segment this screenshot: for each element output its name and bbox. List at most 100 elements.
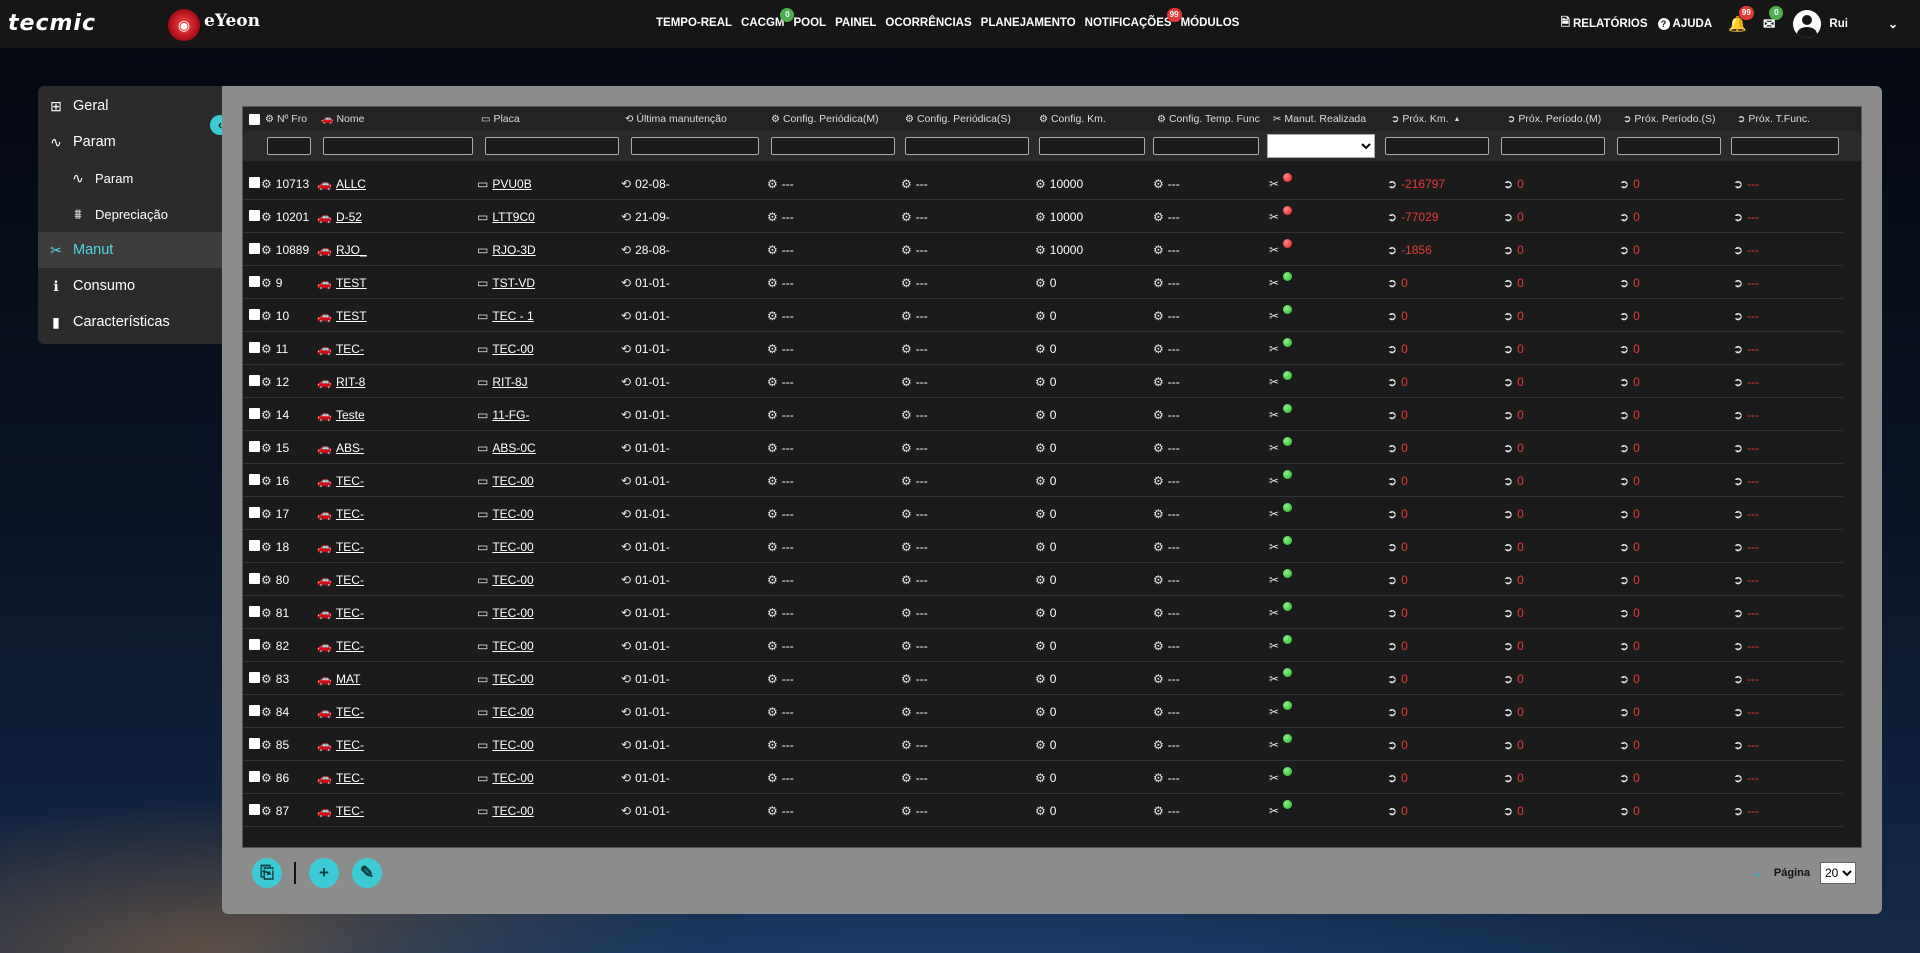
cell-plate[interactable]: ▭ RJO-3D xyxy=(477,233,617,266)
table-row[interactable]: ⚙ 10889 🚗 RJO_ ▭ RJO-3D ⟲ 28-08- ⚙ --- ⚙ --- ⚙ 10000 ⚙… xyxy=(243,233,1843,266)
edit-button[interactable]: ✎ xyxy=(352,858,382,888)
table-row[interactable]: ⚙ 10713 🚗 ALLC ▭ PVU0B ⟲ 02-08- ⚙ --- ⚙ --- ⚙ 10000 ⚙ -… xyxy=(243,167,1843,200)
filter-manut-realizada-select[interactable] xyxy=(1267,134,1375,158)
column-header-cps[interactable]: ⚙ Config. Periódica(S) xyxy=(905,107,1035,131)
cell-plate[interactable]: ▭ ABS-0C xyxy=(477,431,617,464)
column-header-cpm[interactable]: ⚙ Config. Periódica(M) xyxy=(771,107,901,131)
side-menu-item-param[interactable]: ∿ Param xyxy=(38,160,222,196)
filter-nps-input[interactable] xyxy=(1617,137,1721,155)
row-checkbox[interactable] xyxy=(249,474,260,485)
filter-cps-input[interactable] xyxy=(905,137,1029,155)
side-menu-item-depreciac-a-o[interactable]: ⩩ Depreciação xyxy=(38,196,222,232)
cell-plate[interactable]: ▭ TEC-00 xyxy=(477,761,617,794)
cell-name[interactable]: 🚗 TEC- xyxy=(317,563,472,596)
cell-name[interactable]: 🚗 D-52 xyxy=(317,200,472,233)
nav-item-painel[interactable]: PAINEL xyxy=(835,17,876,29)
cell-name[interactable]: 🚗 RJO_ xyxy=(317,233,472,266)
filter-ctf-input[interactable] xyxy=(1153,137,1259,155)
cell-name[interactable]: 🚗 TEC- xyxy=(317,761,472,794)
side-menu-item-consumo[interactable]: ℹ Consumo xyxy=(38,268,222,304)
row-checkbox[interactable] xyxy=(249,243,260,254)
row-checkbox[interactable] xyxy=(249,606,260,617)
cell-plate[interactable]: ▭ TEC-00 xyxy=(477,497,617,530)
table-row[interactable]: ⚙ 80 🚗 TEC- ▭ TEC-00 ⟲ 01-01- ⚙ --- ⚙ --- ⚙ 0 ⚙ --- ✂ ➲ 0 ➲… xyxy=(243,563,1843,596)
table-row[interactable]: ⚙ 12 🚗 RIT-8 ▭ RIT-8J ⟲ 01-01- ⚙ --- ⚙ --- ⚙ 0 ⚙ --- ✂ ➲ 0… xyxy=(243,365,1843,398)
filter-fleet-input[interactable] xyxy=(267,137,311,155)
row-checkbox[interactable] xyxy=(249,177,260,188)
page-size-select[interactable]: 20 xyxy=(1820,862,1856,884)
table-row[interactable]: ⚙ 86 🚗 TEC- ▭ TEC-00 ⟲ 01-01- ⚙ --- ⚙ --- ⚙ 0 ⚙ --- ✂ ➲ 0 ➲… xyxy=(243,761,1843,794)
cell-plate[interactable]: ▭ TST-VD xyxy=(477,266,617,299)
tecmic-logo[interactable]: tecmic xyxy=(8,11,96,36)
cell-name[interactable]: 🚗 TEC- xyxy=(317,794,472,827)
cell-name[interactable]: 🚗 TEC- xyxy=(317,629,472,662)
cell-plate[interactable]: ▭ TEC-00 xyxy=(477,530,617,563)
filter-name-input[interactable] xyxy=(323,137,473,155)
column-header-nkm[interactable]: ➲ Próx. Km. ▲ xyxy=(1391,107,1503,131)
table-row[interactable]: ⚙ 9 🚗 TEST ▭ TST-VD ⟲ 01-01- ⚙ --- ⚙ --- ⚙ 0 ⚙ --- ✂ ➲ 0 ➲ 0… xyxy=(243,266,1843,299)
cell-name[interactable]: 🚗 ALLC xyxy=(317,167,472,200)
cell-name[interactable]: 🚗 MAT xyxy=(317,662,472,695)
table-row[interactable]: ⚙ 15 🚗 ABS- ▭ ABS-0C ⟲ 01-01- ⚙ --- ⚙ --- ⚙ 0 ⚙ --- ✂ ➲ 0 ➲… xyxy=(243,431,1843,464)
row-checkbox[interactable] xyxy=(249,639,260,650)
row-checkbox[interactable] xyxy=(249,441,260,452)
nav-item-pool[interactable]: POOL xyxy=(793,17,826,29)
column-header-nps[interactable]: ➲ Próx. Período.(S) xyxy=(1623,107,1733,131)
table-row[interactable]: ⚙ 11 🚗 TEC- ▭ TEC-00 ⟲ 01-01- ⚙ --- ⚙ --- ⚙ 0 ⚙ --- ✂ ➲ 0 ➲… xyxy=(243,332,1843,365)
nav-item-tempo-real[interactable]: TEMPO-REAL xyxy=(656,17,732,29)
cell-plate[interactable]: ▭ 11-FG- xyxy=(477,398,617,431)
table-row[interactable]: ⚙ 83 🚗 MAT ▭ TEC-00 ⟲ 01-01- ⚙ --- ⚙ --- ⚙ 0 ⚙ --- ✂ ➲ 0 ➲ 0… xyxy=(243,662,1843,695)
cell-plate[interactable]: ▭ TEC-00 xyxy=(477,662,617,695)
row-checkbox[interactable] xyxy=(249,672,260,683)
nav-item-notifica-es[interactable]: NOTIFICAÇÕES 99 xyxy=(1085,8,1182,29)
row-checkbox[interactable] xyxy=(249,804,260,815)
column-header-ckm[interactable]: ⚙ Config. Km. xyxy=(1039,107,1155,131)
table-row[interactable]: ⚙ 82 🚗 TEC- ▭ TEC-00 ⟲ 01-01- ⚙ --- ⚙ --- ⚙ 0 ⚙ --- ✂ ➲ 0 ➲… xyxy=(243,629,1843,662)
row-checkbox[interactable] xyxy=(249,507,260,518)
nav-item-m-dulos[interactable]: MÓDULOS xyxy=(1181,17,1240,29)
arrow-right-icon[interactable]: → xyxy=(1748,864,1764,882)
cell-name[interactable]: 🚗 RIT-8 xyxy=(317,365,472,398)
side-menu-item-geral[interactable]: ⊞ Geral xyxy=(38,88,222,124)
cell-plate[interactable]: ▭ PVU0B xyxy=(477,167,617,200)
row-checkbox[interactable] xyxy=(249,309,260,320)
cell-name[interactable]: 🚗 TEC- xyxy=(317,695,472,728)
nav-item-planejamento[interactable]: PLANEJAMENTO xyxy=(981,17,1076,29)
row-checkbox[interactable] xyxy=(249,705,260,716)
table-row[interactable]: ⚙ 10 🚗 TEST ▭ TEC - 1 ⟲ 01-01- ⚙ --- ⚙ --- ⚙ 0 ⚙ --- ✂ ➲ 0… xyxy=(243,299,1843,332)
side-menu-item-caracteri-sticas[interactable]: ▮ Características xyxy=(38,304,222,340)
cell-name[interactable]: 🚗 TEC- xyxy=(317,332,472,365)
table-row[interactable]: ⚙ 16 🚗 TEC- ▭ TEC-00 ⟲ 01-01- ⚙ --- ⚙ --- ⚙ 0 ⚙ --- ✂ ➲ 0 ➲… xyxy=(243,464,1843,497)
row-checkbox[interactable] xyxy=(249,210,260,221)
cell-plate[interactable]: ▭ TEC-00 xyxy=(477,794,617,827)
row-checkbox[interactable] xyxy=(249,738,260,749)
row-checkbox[interactable] xyxy=(249,540,260,551)
cell-plate[interactable]: ▭ TEC-00 xyxy=(477,596,617,629)
cell-plate[interactable]: ▭ TEC-00 xyxy=(477,728,617,761)
filter-last-input[interactable] xyxy=(631,137,759,155)
table-row[interactable]: ⚙ 84 🚗 TEC- ▭ TEC-00 ⟲ 01-01- ⚙ --- ⚙ --- ⚙ 0 ⚙ --- ✂ ➲ 0 ➲… xyxy=(243,695,1843,728)
filter-ntf-input[interactable] xyxy=(1731,137,1839,155)
cell-name[interactable]: 🚗 TEST xyxy=(317,299,472,332)
add-button[interactable]: + xyxy=(309,858,339,888)
column-header-fleet[interactable]: ⚙ Nº Fro xyxy=(265,107,317,131)
cell-name[interactable]: 🚗 TEC- xyxy=(317,596,472,629)
side-menu-item-manut[interactable]: ✂ Manut xyxy=(38,232,222,268)
filter-plate-input[interactable] xyxy=(485,137,619,155)
cell-name[interactable]: 🚗 TEST xyxy=(317,266,472,299)
table-row[interactable]: ⚙ 10201 🚗 D-52 ▭ LTT9C0 ⟲ 21-09- ⚙ --- ⚙ --- ⚙ 10000 ⚙… xyxy=(243,200,1843,233)
column-header-done[interactable]: ✂ Manut. Realizada xyxy=(1273,107,1385,131)
eyeon-logo[interactable]: ◉ eYeon xyxy=(168,9,260,41)
sort-ascending-icon[interactable]: ▲ xyxy=(1453,116,1460,123)
cell-plate[interactable]: ▭ RIT-8J xyxy=(477,365,617,398)
row-checkbox[interactable] xyxy=(249,276,260,287)
select-all-checkbox[interactable] xyxy=(249,114,260,125)
cell-name[interactable]: 🚗 ABS- xyxy=(317,431,472,464)
filter-npm-input[interactable] xyxy=(1501,137,1605,155)
table-row[interactable]: ⚙ 17 🚗 TEC- ▭ TEC-00 ⟲ 01-01- ⚙ --- ⚙ --- ⚙ 0 ⚙ --- ✂ ➲ 0 ➲… xyxy=(243,497,1843,530)
cell-plate[interactable]: ▭ TEC - 1 xyxy=(477,299,617,332)
notifications-bell[interactable]: 🔔 99 xyxy=(1728,6,1754,33)
table-row[interactable]: ⚙ 14 🚗 Teste ▭ 11-FG- ⟲ 01-01- ⚙ --- ⚙ --- ⚙ 0 ⚙ --- ✂ ➲ 0… xyxy=(243,398,1843,431)
table-row[interactable]: ⚙ 87 🚗 TEC- ▭ TEC-00 ⟲ 01-01- ⚙ --- ⚙ --- ⚙ 0 ⚙ --- ✂ ➲ 0 ➲… xyxy=(243,794,1843,827)
cell-plate[interactable]: ▭ TEC-00 xyxy=(477,629,617,662)
